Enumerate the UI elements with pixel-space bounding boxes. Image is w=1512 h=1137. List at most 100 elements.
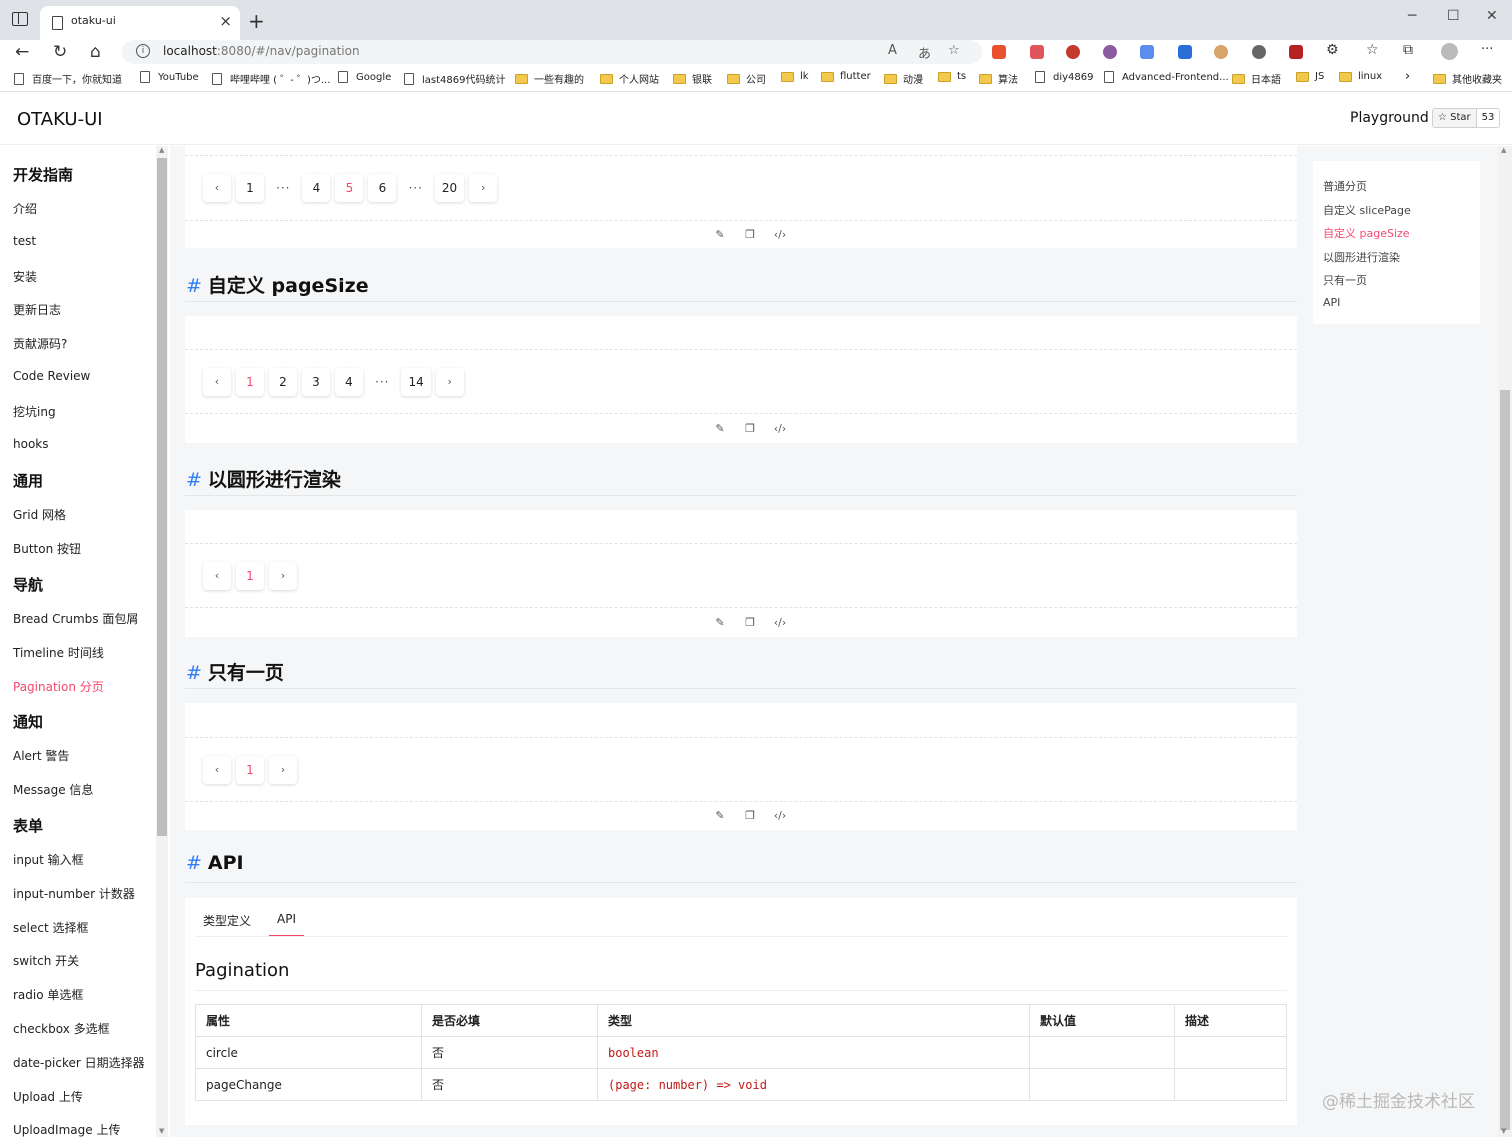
page-button[interactable]: 3	[302, 368, 330, 396]
ellipsis-more-pages[interactable]: ···	[368, 368, 396, 396]
add-favorite-icon[interactable]: ☆	[948, 43, 960, 58]
bookmark-item[interactable]: 哔哩哔哩 ( ゜- ゜)つ...	[212, 71, 330, 86]
tab-type-definition[interactable]: 类型定义	[203, 908, 259, 937]
page-button-active[interactable]: 5	[335, 174, 364, 202]
page-scrollbar[interactable]: ▲ ▼	[1498, 146, 1512, 1137]
extension-icon[interactable]	[1252, 45, 1266, 59]
page-button-active[interactable]: 1	[236, 368, 264, 396]
sidebar-item[interactable]: checkbox 多选框	[13, 1020, 110, 1037]
bookmark-item[interactable]: JS	[1296, 71, 1324, 82]
sidebar-item[interactable]: 贡献源码?	[13, 335, 67, 352]
edit-icon[interactable]: ✎	[705, 228, 735, 241]
extension-icon[interactable]	[1103, 45, 1117, 59]
collections-icon[interactable]: ⧉	[1403, 42, 1413, 58]
page-button[interactable]: 4	[302, 174, 331, 202]
tab-actions-icon[interactable]	[12, 12, 28, 26]
copy-icon[interactable]: ❐	[735, 809, 765, 822]
bookmark-item[interactable]: Google	[338, 71, 391, 83]
prev-page-icon[interactable]: ‹	[203, 562, 231, 590]
edit-icon[interactable]: ✎	[705, 422, 735, 435]
anchor-link[interactable]: #	[186, 852, 202, 874]
sidebar-item[interactable]: 更新日志	[13, 301, 61, 318]
refresh-icon[interactable]: ↻	[53, 42, 67, 62]
extension-icon[interactable]	[992, 45, 1006, 59]
sidebar-item[interactable]: date-picker 日期选择器	[13, 1054, 145, 1071]
sidebar-item[interactable]: hooks	[13, 437, 49, 451]
copy-icon[interactable]: ❐	[735, 228, 765, 241]
anchor-link[interactable]: #	[186, 469, 202, 491]
bookmark-item[interactable]: 算法	[979, 71, 1018, 86]
copy-icon[interactable]: ❐	[735, 422, 765, 435]
sidebar-item[interactable]: radio 单选框	[13, 986, 83, 1003]
sidebar-item[interactable]: Message 信息	[13, 781, 93, 798]
prev-page-icon[interactable]: ‹	[203, 174, 231, 202]
bookmark-item[interactable]: 个人网站	[600, 71, 659, 86]
bookmark-item[interactable]: 公司	[727, 71, 766, 86]
sidebar-item[interactable]: Code Review	[13, 369, 90, 383]
extension-icon[interactable]	[1178, 45, 1192, 59]
edit-icon[interactable]: ✎	[705, 616, 735, 629]
bookmark-item[interactable]: 日本語	[1232, 71, 1281, 86]
star-label[interactable]: ☆ Star	[1433, 109, 1477, 127]
scroll-up-arrow-icon[interactable]: ▲	[1501, 146, 1506, 154]
bookmark-item[interactable]: 动漫	[884, 71, 923, 86]
toc-link[interactable]: 自定义 slicePage	[1323, 202, 1411, 218]
playground-link[interactable]: Playground	[1350, 110, 1429, 126]
bookmark-item[interactable]: Advanced-Frontend...	[1104, 71, 1229, 83]
extension-icon[interactable]	[1214, 45, 1228, 59]
toc-link[interactable]: API	[1323, 296, 1340, 309]
url-bar[interactable]: i localhost:8080/#/nav/pagination A あ ☆	[122, 40, 982, 64]
page-button[interactable]: 2	[269, 368, 297, 396]
toc-link[interactable]: 只有一页	[1323, 272, 1367, 288]
next-page-icon[interactable]: ›	[269, 562, 297, 590]
sidebar-item[interactable]: 安装	[13, 268, 37, 285]
page-button[interactable]: 20	[434, 174, 465, 202]
sidebar-item[interactable]: select 选择框	[13, 919, 88, 936]
anchor-link[interactable]: #	[186, 662, 202, 684]
bookmark-item[interactable]: lk	[781, 71, 809, 82]
bookmark-item[interactable]: ts	[938, 71, 966, 82]
prev-page-icon[interactable]: ‹	[203, 368, 231, 396]
code-icon[interactable]: ‹/›	[765, 228, 795, 241]
anchor-link[interactable]: #	[186, 275, 202, 297]
page-button[interactable]: 1	[236, 174, 264, 202]
tab-api[interactable]: API	[269, 908, 304, 937]
sidebar-item[interactable]: UploadImage 上传	[13, 1121, 120, 1137]
sidebar-item[interactable]: Button 按钮	[13, 540, 81, 557]
sidebar-item[interactable]: input 输入框	[13, 851, 84, 868]
sidebar-item[interactable]: input-number 计数器	[13, 885, 135, 902]
app-logo[interactable]: OTAKU-UI	[17, 109, 103, 130]
maximize-button[interactable]: ☐	[1447, 8, 1460, 24]
tab-close-icon[interactable]: ×	[219, 12, 232, 30]
ellipsis-more-pages[interactable]: ···	[401, 174, 429, 202]
bookmark-item[interactable]: YouTube	[140, 71, 199, 83]
code-icon[interactable]: ‹/›	[765, 422, 795, 435]
ellipsis-more-pages[interactable]: ···	[269, 174, 297, 202]
sidebar-item[interactable]: test	[13, 234, 36, 248]
sidebar-item[interactable]: 挖坑ing	[13, 403, 56, 420]
edit-icon[interactable]: ✎	[705, 809, 735, 822]
page-scroll-thumb[interactable]	[1500, 390, 1510, 1130]
copy-icon[interactable]: ❐	[735, 616, 765, 629]
favorites-icon[interactable]: ☆	[1366, 42, 1379, 58]
scroll-down-arrow-icon[interactable]: ▼	[1501, 1127, 1506, 1135]
next-page-icon[interactable]: ›	[469, 174, 498, 202]
extensions-puzzle-icon[interactable]: ⚙	[1326, 42, 1339, 58]
sidebar-item[interactable]: Bread Crumbs 面包屑	[13, 610, 138, 627]
more-menu-icon[interactable]: ···	[1481, 42, 1493, 57]
scroll-up-arrow-icon[interactable]: ▲	[159, 146, 164, 154]
other-favorites[interactable]: 其他收藏夹	[1433, 71, 1502, 86]
url-text[interactable]: localhost:8080/#/nav/pagination	[163, 44, 360, 58]
toc-link[interactable]: 普通分页	[1323, 178, 1367, 194]
github-star-button[interactable]: ☆ Star 53	[1432, 108, 1501, 128]
bookmark-item[interactable]: 一些有趣的	[515, 71, 584, 86]
back-arrow-icon[interactable]: ←	[15, 42, 29, 62]
bookmarks-overflow-icon[interactable]: ›	[1405, 69, 1410, 84]
bookmark-item[interactable]: linux	[1339, 71, 1382, 82]
page-button-active[interactable]: 1	[236, 756, 264, 784]
new-tab-button[interactable]: +	[248, 9, 265, 33]
bookmark-item[interactable]: 银联	[673, 71, 712, 86]
extension-icon[interactable]	[1066, 45, 1080, 59]
window-close-button[interactable]: ✕	[1486, 8, 1498, 24]
translate-icon[interactable]: あ	[918, 43, 931, 62]
